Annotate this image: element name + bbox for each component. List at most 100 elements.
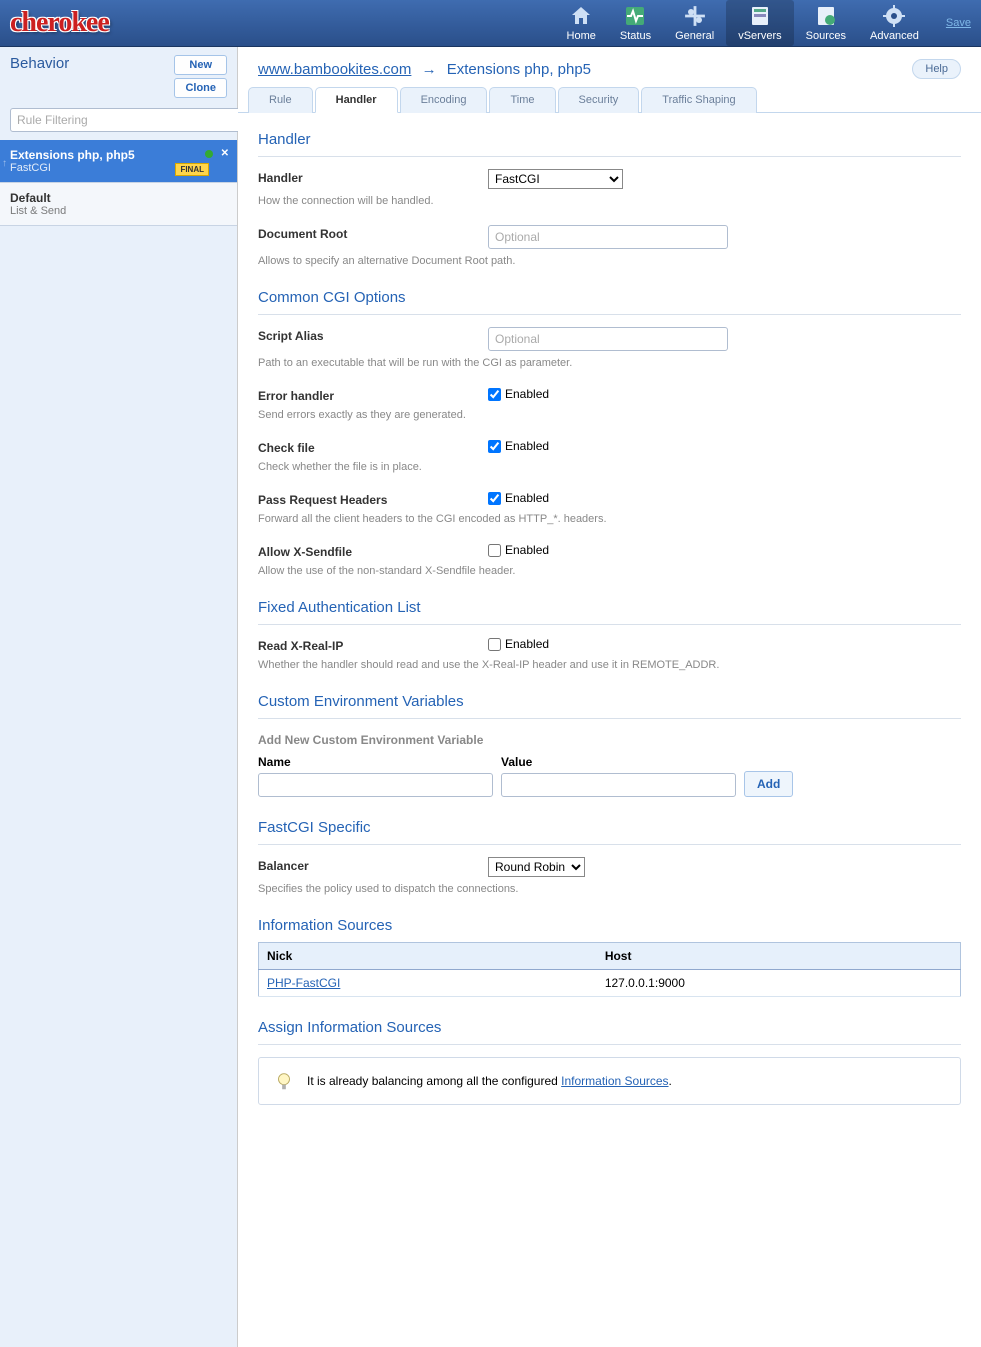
balancer-select[interactable]: Round Robin: [488, 857, 585, 877]
sources-icon: [814, 4, 838, 28]
col-host: Host: [597, 943, 961, 970]
logo: cherokee: [10, 7, 109, 39]
section-title-handler: Handler: [258, 131, 961, 148]
rule-item-extensions-php[interactable]: ↑ Extensions php, php5 FastCGI ✕ FINAL: [0, 140, 237, 183]
pass-headers-checkbox[interactable]: [488, 492, 501, 505]
arrow-right-icon: →: [422, 61, 437, 78]
section-title-fastcgi: FastCGI Specific: [258, 819, 961, 836]
nav-label: Status: [620, 30, 651, 42]
nav-vservers[interactable]: vServers: [726, 0, 793, 46]
env-value-label: Value: [501, 755, 736, 769]
tab-handler[interactable]: Handler: [315, 87, 398, 113]
nav-label: Advanced: [870, 30, 919, 42]
save-link[interactable]: Save: [946, 17, 971, 29]
enabled-text: Enabled: [505, 543, 549, 557]
check-file-help: Check whether the file is in place.: [258, 461, 961, 473]
handler-help: How the connection will be handled.: [258, 195, 961, 207]
xrealip-checkbox[interactable]: [488, 638, 501, 651]
close-icon[interactable]: ✕: [221, 148, 229, 159]
xsendfile-checkbox[interactable]: [488, 544, 501, 557]
sidebar-title: Behavior: [10, 55, 69, 72]
tab-traffic-shaping[interactable]: Traffic Shaping: [641, 87, 756, 113]
tab-rule[interactable]: Rule: [248, 87, 313, 113]
nav-label: Home: [567, 30, 596, 42]
sidebar: Behavior New Clone ↑ Extensions php, php…: [0, 47, 238, 1347]
nav-home[interactable]: Home: [555, 0, 608, 46]
env-subhead: Add New Custom Environment Variable: [258, 733, 961, 747]
clone-button[interactable]: Clone: [174, 78, 227, 98]
lightbulb-icon: [273, 1070, 295, 1092]
env-name-label: Name: [258, 755, 493, 769]
pass-headers-label: Pass Request Headers: [258, 491, 488, 507]
rule-filter-input[interactable]: [10, 108, 250, 132]
info-text: It is already balancing among all the co…: [307, 1074, 672, 1088]
xrealip-help: Whether the handler should read and use …: [258, 659, 961, 671]
nav-label: General: [675, 30, 714, 42]
rule-sub: List & Send: [10, 205, 227, 217]
final-badge: FINAL: [175, 163, 209, 176]
breadcrumb-current: Extensions php, php5: [447, 61, 591, 78]
handler-label: Handler: [258, 169, 488, 185]
status-dot-icon: [205, 150, 213, 158]
nav-advanced[interactable]: Advanced: [858, 0, 931, 46]
section-title-sources: Information Sources: [258, 917, 961, 934]
main-panel: www.bambookites.com → Extensions php, ph…: [238, 47, 981, 1347]
vservers-icon: [748, 4, 772, 28]
info-sources-link[interactable]: Information Sources: [561, 1074, 668, 1088]
xsendfile-help: Allow the use of the non-standard X-Send…: [258, 565, 961, 577]
balancer-label: Balancer: [258, 857, 488, 873]
nav-label: vServers: [738, 30, 781, 42]
check-file-label: Check file: [258, 439, 488, 455]
script-alias-label: Script Alias: [258, 327, 488, 343]
env-value-input[interactable]: [501, 773, 736, 797]
rule-name: Default: [10, 191, 227, 205]
top-nav: Home Status General vServers Sources Adv…: [555, 0, 931, 46]
enabled-text: Enabled: [505, 387, 549, 401]
enabled-text: Enabled: [505, 491, 549, 505]
section-title-env: Custom Environment Variables: [258, 693, 961, 710]
arrow-up-icon: ↑: [2, 158, 7, 169]
source-host: 127.0.0.1:9000: [597, 970, 961, 997]
error-handler-checkbox[interactable]: [488, 388, 501, 401]
docroot-help: Allows to specify an alternative Documen…: [258, 255, 961, 267]
add-env-button[interactable]: Add: [744, 771, 793, 797]
nav-label: Sources: [806, 30, 846, 42]
status-icon: [623, 4, 647, 28]
enabled-text: Enabled: [505, 637, 549, 651]
env-name-input[interactable]: [258, 773, 493, 797]
nav-general[interactable]: General: [663, 0, 726, 46]
script-alias-input[interactable]: [488, 327, 728, 351]
home-icon: [569, 4, 593, 28]
help-button[interactable]: Help: [912, 59, 961, 79]
info-box: It is already balancing among all the co…: [258, 1057, 961, 1105]
pass-headers-help: Forward all the client headers to the CG…: [258, 513, 961, 525]
rule-list: ↑ Extensions php, php5 FastCGI ✕ FINAL D…: [0, 140, 237, 226]
new-button[interactable]: New: [174, 55, 227, 75]
tabs: Rule Handler Encoding Time Security Traf…: [238, 87, 981, 113]
handler-select[interactable]: FastCGI: [488, 169, 623, 189]
rule-name: Extensions php, php5: [10, 148, 227, 162]
breadcrumb-domain[interactable]: www.bambookites.com: [258, 61, 411, 78]
docroot-input[interactable]: [488, 225, 728, 249]
xrealip-label: Read X-Real-IP: [258, 637, 488, 653]
check-file-checkbox[interactable]: [488, 440, 501, 453]
tab-security[interactable]: Security: [558, 87, 640, 113]
section-title-auth: Fixed Authentication List: [258, 599, 961, 616]
tab-encoding[interactable]: Encoding: [400, 87, 488, 113]
source-nick-link[interactable]: PHP-FastCGI: [267, 976, 340, 990]
docroot-label: Document Root: [258, 225, 488, 241]
general-icon: [683, 4, 707, 28]
tab-time[interactable]: Time: [489, 87, 555, 113]
breadcrumb: www.bambookites.com → Extensions php, ph…: [258, 61, 591, 78]
error-handler-help: Send errors exactly as they are generate…: [258, 409, 961, 421]
gear-icon: [882, 4, 906, 28]
topbar: cherokee Home Status General vServers So…: [0, 0, 981, 47]
balancer-help: Specifies the policy used to dispatch th…: [258, 883, 961, 895]
col-nick: Nick: [259, 943, 597, 970]
nav-status[interactable]: Status: [608, 0, 663, 46]
error-handler-label: Error handler: [258, 387, 488, 403]
nav-sources[interactable]: Sources: [794, 0, 858, 46]
table-row[interactable]: PHP-FastCGI 127.0.0.1:9000: [259, 970, 961, 997]
enabled-text: Enabled: [505, 439, 549, 453]
rule-item-default[interactable]: Default List & Send: [0, 183, 237, 226]
